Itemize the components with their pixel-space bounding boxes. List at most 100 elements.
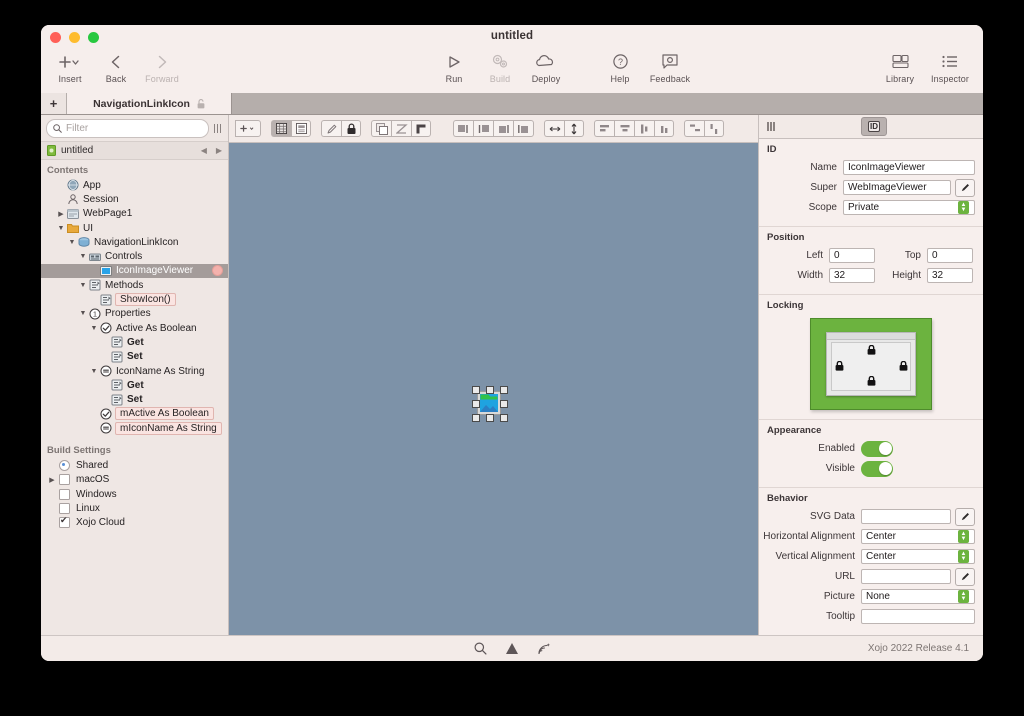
tree-twisty-down-icon[interactable]: [67, 239, 77, 246]
inspector-button[interactable]: Inspector: [923, 51, 977, 84]
build-setting-linux[interactable]: Linux: [41, 501, 228, 515]
tree-item-app[interactable]: App: [41, 178, 228, 192]
align-center-h-icon[interactable]: [614, 120, 634, 137]
url-field[interactable]: [861, 569, 951, 584]
pencil-icon[interactable]: [321, 120, 341, 137]
tree-twisty-down-icon[interactable]: [78, 253, 88, 260]
add-dropdown-icon[interactable]: [235, 120, 261, 137]
top-field[interactable]: 0: [927, 248, 973, 263]
grid-view-icon[interactable]: [271, 120, 291, 137]
build-setting-checkbox[interactable]: [59, 488, 70, 500]
svg-data-field[interactable]: [861, 509, 951, 524]
forward-button[interactable]: Forward: [139, 51, 185, 84]
tree-item-webpage1[interactable]: WebPage1: [41, 207, 228, 221]
control-status-dot[interactable]: [212, 265, 223, 277]
resize-handle-w[interactable]: [472, 400, 480, 408]
insert-button[interactable]: Insert: [47, 51, 93, 84]
bs-twisty-right-icon[interactable]: [47, 476, 57, 484]
duplicate-icon[interactable]: [371, 120, 391, 137]
halign-stepper-icon[interactable]: ▲ ▼: [958, 530, 969, 543]
build-setting-checkbox[interactable]: [59, 502, 70, 514]
build-button[interactable]: Build: [477, 51, 523, 84]
selected-control-imageviewer[interactable]: [472, 386, 508, 422]
tooltip-field[interactable]: [861, 609, 975, 624]
library-button[interactable]: Library: [877, 51, 923, 84]
build-setting-shared[interactable]: Shared: [41, 458, 228, 472]
tree-item-controls[interactable]: Controls: [41, 249, 228, 263]
tree-item-iconname-as-string[interactable]: IconName As String: [41, 364, 228, 378]
tree-twisty-down-icon[interactable]: [56, 225, 66, 232]
tree-twisty-down-icon[interactable]: [78, 310, 88, 317]
feedback-button[interactable]: Feedback: [643, 51, 697, 84]
lock-bottom-icon[interactable]: [513, 120, 534, 137]
back-button[interactable]: Back: [93, 51, 139, 84]
lock-top-toggle-icon[interactable]: [867, 345, 876, 355]
tree-item-navigationlinkicon[interactable]: NavigationLinkIcon: [41, 235, 228, 249]
height-field[interactable]: 32: [927, 268, 973, 283]
ruler-corner-icon[interactable]: [411, 120, 431, 137]
run-button[interactable]: Run: [431, 51, 477, 84]
build-setting-macos[interactable]: macOS: [41, 473, 228, 487]
resize-handle-se[interactable]: [500, 414, 508, 422]
locking-diagram[interactable]: [810, 318, 932, 410]
tree-item-ui[interactable]: UI: [41, 221, 228, 235]
tree-item-miconname-as-string[interactable]: mIconName As String: [41, 421, 228, 435]
add-tab-button[interactable]: +: [41, 93, 67, 114]
left-field[interactable]: 0: [829, 248, 875, 263]
padlock-icon[interactable]: [341, 120, 361, 137]
tree-twisty-right-icon[interactable]: [56, 210, 66, 218]
svg-data-edit-pencil-icon[interactable]: [955, 507, 975, 526]
tree-item-set[interactable]: Set: [41, 350, 228, 364]
help-button[interactable]: ? Help: [597, 51, 643, 84]
name-field[interactable]: IconImageViewer: [843, 160, 975, 175]
tree-twisty-down-icon[interactable]: [89, 368, 99, 375]
tree-twisty-down-icon[interactable]: [78, 282, 88, 289]
width-field[interactable]: 32: [829, 268, 875, 283]
tree-item-session[interactable]: Session: [41, 192, 228, 206]
scope-stepper-icon[interactable]: ▲ ▼: [958, 201, 969, 214]
build-setting-checkbox[interactable]: [59, 515, 70, 529]
resize-handle-e[interactable]: [500, 400, 508, 408]
super-edit-pencil-icon[interactable]: [955, 178, 975, 197]
lock-right-toggle-icon[interactable]: [899, 361, 908, 371]
scope-select[interactable]: Private ▲ ▼: [843, 200, 975, 215]
build-setting-radio[interactable]: [59, 459, 70, 471]
build-setting-checkbox[interactable]: [59, 474, 70, 486]
tree-item-methods[interactable]: Methods: [41, 278, 228, 292]
lock-left-toggle-icon[interactable]: [835, 361, 844, 371]
warning-triangle-icon[interactable]: [505, 642, 519, 655]
resize-handle-nw[interactable]: [472, 386, 480, 394]
analysis-icon[interactable]: [537, 642, 551, 655]
tree-twisty-down-icon[interactable]: [89, 325, 99, 332]
tab-navigationlinkicon[interactable]: NavigationLinkIcon: [67, 93, 232, 114]
resize-handle-n[interactable]: [486, 386, 494, 394]
inspector-resize-grip[interactable]: [767, 122, 777, 131]
lock-left-icon[interactable]: [453, 120, 473, 137]
design-canvas[interactable]: [229, 143, 758, 635]
horizontal-alignment-select[interactable]: Center ▲ ▼: [861, 529, 975, 544]
tree-item-active-as-boolean[interactable]: Active As Boolean: [41, 321, 228, 335]
distribute-v-icon[interactable]: [704, 120, 724, 137]
build-setting-windows[interactable]: Windows: [41, 487, 228, 501]
resize-handle-ne[interactable]: [500, 386, 508, 394]
enabled-toggle[interactable]: [861, 440, 893, 457]
size-vertical-icon[interactable]: [564, 120, 584, 137]
distribute-h-icon[interactable]: [684, 120, 704, 137]
search-icon[interactable]: [474, 642, 487, 655]
picture-select[interactable]: None ▲ ▼: [861, 589, 975, 604]
deploy-button[interactable]: Deploy: [523, 51, 569, 84]
project-row[interactable]: untitled ◀ ▶: [41, 141, 228, 160]
super-field[interactable]: WebImageViewer: [843, 180, 951, 195]
tree-item-showicon[interactable]: ShowIcon(): [41, 292, 228, 307]
tree-item-get[interactable]: Get: [41, 378, 228, 392]
navigator-history-arrows[interactable]: ◀ ▶: [201, 146, 222, 155]
tree-item-mactive-as-boolean[interactable]: mActive As Boolean: [41, 407, 228, 421]
page-view-icon[interactable]: [291, 120, 311, 137]
lock-bottom-toggle-icon[interactable]: [867, 376, 876, 386]
tree-item-set[interactable]: Set: [41, 392, 228, 406]
tree-item-iconimageviewer[interactable]: IconImageViewer: [41, 263, 228, 279]
lock-top-icon[interactable]: [493, 120, 513, 137]
visible-toggle[interactable]: [861, 460, 893, 477]
search-input[interactable]: Filter: [46, 118, 209, 138]
valign-stepper-icon[interactable]: ▲ ▼: [958, 550, 969, 563]
